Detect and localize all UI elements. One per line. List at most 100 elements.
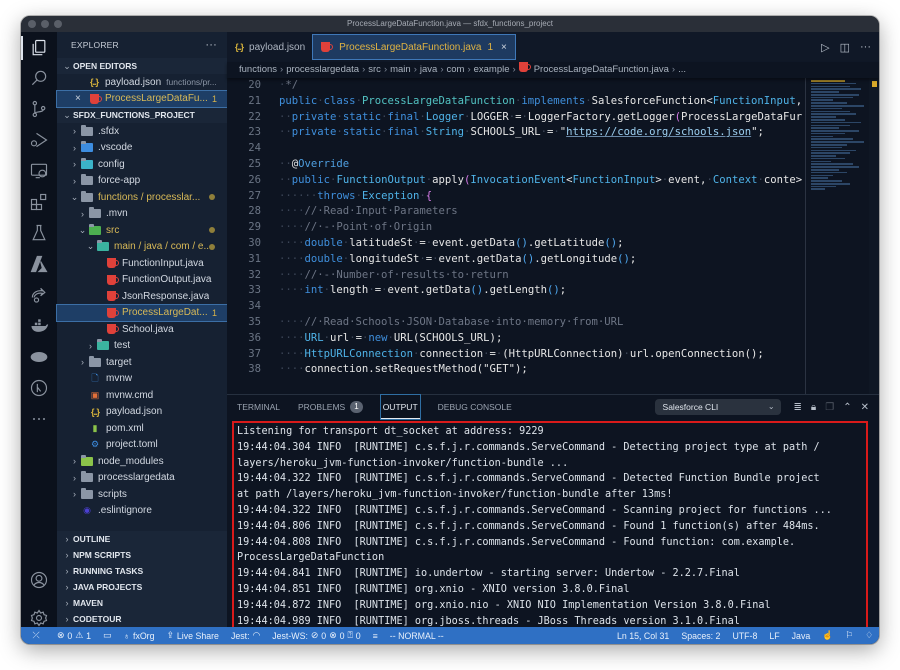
extensions-icon[interactable]	[21, 188, 57, 216]
tab-process-large-data-function[interactable]: ProcessLargeDataFunction.java 1 ×	[312, 34, 516, 60]
tree-item[interactable]: FunctionInput.java	[57, 255, 227, 272]
tree-item[interactable]: ⌄ functions / processlar...	[57, 189, 227, 206]
more-actions-icon[interactable]: ···	[860, 41, 871, 53]
tree-item[interactable]: ⌄ src	[57, 222, 227, 239]
close-panel-icon[interactable]: ✕	[861, 402, 869, 413]
tree-item[interactable]: ProcessLargeDat... 1	[56, 303, 228, 322]
code-line[interactable]: 29 ····//·-·Point·of·Origin	[227, 220, 807, 236]
breadcrumb-item[interactable]: example	[474, 64, 510, 75]
tree-item[interactable]: ⚙ project.toml	[57, 437, 227, 454]
tree-item[interactable]: › processlargedata	[57, 470, 227, 487]
tree-item[interactable]: 🗋︎ mvnw	[57, 371, 227, 388]
explorer-icon[interactable]	[21, 34, 57, 62]
breadcrumb-item[interactable]: java	[420, 64, 437, 75]
section-npm-scripts[interactable]: › NPM SCRIPTS	[57, 547, 227, 563]
indentation[interactable]: Spaces: 2	[675, 631, 726, 641]
cursor-position[interactable]: Ln 15, Col 31	[611, 631, 675, 641]
code-line[interactable]: 35 ····//·Read·Schools·JSON·Database·into…	[227, 315, 807, 331]
code-line[interactable]: 31 ····double·longitudeSt·=·event.getData…	[227, 252, 807, 268]
tree-item[interactable]: › test	[57, 338, 227, 355]
open-editor-process-large-data[interactable]: × ProcessLargeDataFu... 1	[56, 89, 228, 108]
section-project[interactable]: ⌄ SFDX_FUNCTIONS_PROJECT	[57, 107, 227, 123]
vim-mode[interactable]: -- NORMAL --	[384, 631, 450, 641]
split-editor-icon[interactable]: ◫	[840, 41, 850, 54]
code-line[interactable]: 28 ····//·Read·Input·Parameters	[227, 204, 807, 220]
git-graph-icon[interactable]	[21, 374, 57, 402]
breadcrumb-item[interactable]: ...	[678, 64, 686, 75]
open-editor-payload-json[interactable]: {..} payload.json functions/pr...	[57, 74, 227, 91]
tree-item[interactable]: JsonResponse.java	[57, 288, 227, 305]
notifications-bell-icon[interactable]: ♢	[859, 630, 879, 641]
run-debug-icon[interactable]	[21, 126, 57, 154]
close-window-button[interactable]	[28, 20, 36, 28]
remote-indicator[interactable]: ⤫	[21, 630, 51, 641]
tree-item[interactable]: School.java	[57, 321, 227, 338]
tree-item[interactable]: {..} payload.json	[57, 404, 227, 421]
tree-item[interactable]: › target	[57, 354, 227, 371]
testing-icon[interactable]	[21, 219, 57, 247]
code-editor[interactable]: 20 ·*/ 21 public·class·ProcessLargeDataFunc…	[227, 78, 807, 394]
code-line[interactable]: 23 ··private·static·final·String·SCHOOLS_…	[227, 125, 807, 141]
editor-scrollbar[interactable]	[869, 78, 879, 394]
jest-ws-status[interactable]: Jest-WS: ⊘ 0 ⊗ 0 ⍰ 0	[266, 630, 366, 641]
source-control-icon[interactable]	[21, 95, 57, 123]
live-share-feedback-icon[interactable]: ⚐	[839, 630, 859, 641]
tree-item[interactable]: ◉ .eslintignore	[57, 503, 227, 520]
section-outline[interactable]: › OUTLINE	[57, 531, 227, 547]
section-java-projects[interactable]: › JAVA PROJECTS	[57, 579, 227, 595]
breadcrumb-item[interactable]: processlargedata	[286, 64, 359, 75]
code-line[interactable]: 37 ····HttpURLConnection·connection·=·(Ht…	[227, 347, 807, 363]
tree-item[interactable]: › .sfdx	[57, 123, 227, 140]
output-channel-select[interactable]: Salesforce CLI ⌄	[654, 399, 781, 415]
code-line[interactable]: 20 ·*/	[227, 78, 807, 94]
maximize-panel-icon[interactable]: ⌃	[843, 402, 851, 413]
code-line[interactable]: 38 ····connection.setRequestMethod("GET")…	[227, 362, 807, 378]
tab-terminal[interactable]: TERMINAL	[237, 395, 280, 419]
tree-item[interactable]: › force-app	[57, 173, 227, 190]
panel-toggle-icon[interactable]: ▭	[97, 630, 117, 641]
azure-icon[interactable]	[21, 250, 57, 278]
breadcrumb-item[interactable]: src	[368, 64, 381, 75]
open-log-icon[interactable]: ❐	[825, 402, 834, 413]
section-maven[interactable]: › MAVEN	[57, 595, 227, 611]
tree-item[interactable]: › node_modules	[57, 453, 227, 470]
code-line[interactable]: 24	[227, 141, 807, 157]
lock-scroll-icon[interactable]: 🔒︎	[811, 402, 816, 413]
section-codetour[interactable]: › CODETOUR	[57, 611, 227, 627]
tree-item[interactable]: › .vscode	[57, 140, 227, 157]
jest-status[interactable]: Jest: ◠	[225, 630, 266, 641]
run-icon[interactable]: ▷	[821, 41, 829, 54]
tree-item[interactable]: ▣ mvnw.cmd	[57, 387, 227, 404]
tree-item[interactable]: › config	[57, 156, 227, 173]
code-line[interactable]: 22 ··private·static·final·Logger·LOGGER·=…	[227, 110, 807, 126]
code-line[interactable]: 34	[227, 299, 807, 315]
remote-explorer-icon[interactable]	[21, 157, 57, 185]
tab-payload-json[interactable]: {..} payload.json	[227, 32, 313, 62]
more-icon[interactable]	[21, 405, 57, 433]
tree-item[interactable]: › scripts	[57, 486, 227, 503]
tab-output[interactable]: OUTPUT	[379, 394, 421, 420]
encoding[interactable]: UTF-8	[726, 631, 763, 641]
explorer-more-button[interactable]: ···	[205, 32, 217, 58]
language-mode[interactable]: Java	[786, 631, 817, 641]
accounts-icon[interactable]	[21, 566, 57, 594]
clear-output-icon[interactable]: ≣	[794, 402, 802, 413]
section-open-editors[interactable]: ⌄ OPEN EDITORS	[57, 58, 227, 74]
code-line[interactable]: 30 ····double·latitudeSt·=·event.getData(…	[227, 236, 807, 252]
code-line[interactable]: 21 public·class·ProcessLargeDataFunction·…	[227, 94, 807, 110]
code-line[interactable]: 36 ····URL·url·=·new·URL(SCHOOLS_URL);	[227, 331, 807, 347]
code-line[interactable]: 26 ··public·FunctionOutput·apply(Invocati…	[227, 173, 807, 189]
minimap[interactable]	[811, 80, 867, 392]
breadcrumb-item[interactable]: com	[446, 64, 464, 75]
end-of-line[interactable]: LF	[763, 631, 785, 641]
code-line[interactable]: 33 ····int·length·=·event.getData().getLe…	[227, 283, 807, 299]
close-icon[interactable]: ×	[75, 93, 87, 104]
org-status[interactable]: ♁ fxOrg	[117, 631, 160, 641]
tree-item[interactable]: FunctionOutput.java	[57, 272, 227, 289]
tab-problems[interactable]: PROBLEMS 1	[298, 395, 363, 419]
live-share-icon[interactable]	[21, 281, 57, 309]
breadcrumb-item[interactable]: ProcessLargeDataFunction.java	[534, 64, 669, 75]
section-running-tasks[interactable]: › RUNNING TASKS	[57, 563, 227, 579]
close-tab-icon[interactable]: ×	[501, 42, 507, 53]
output-log[interactable]: Listening for transport dt_socket at add…	[232, 421, 868, 641]
